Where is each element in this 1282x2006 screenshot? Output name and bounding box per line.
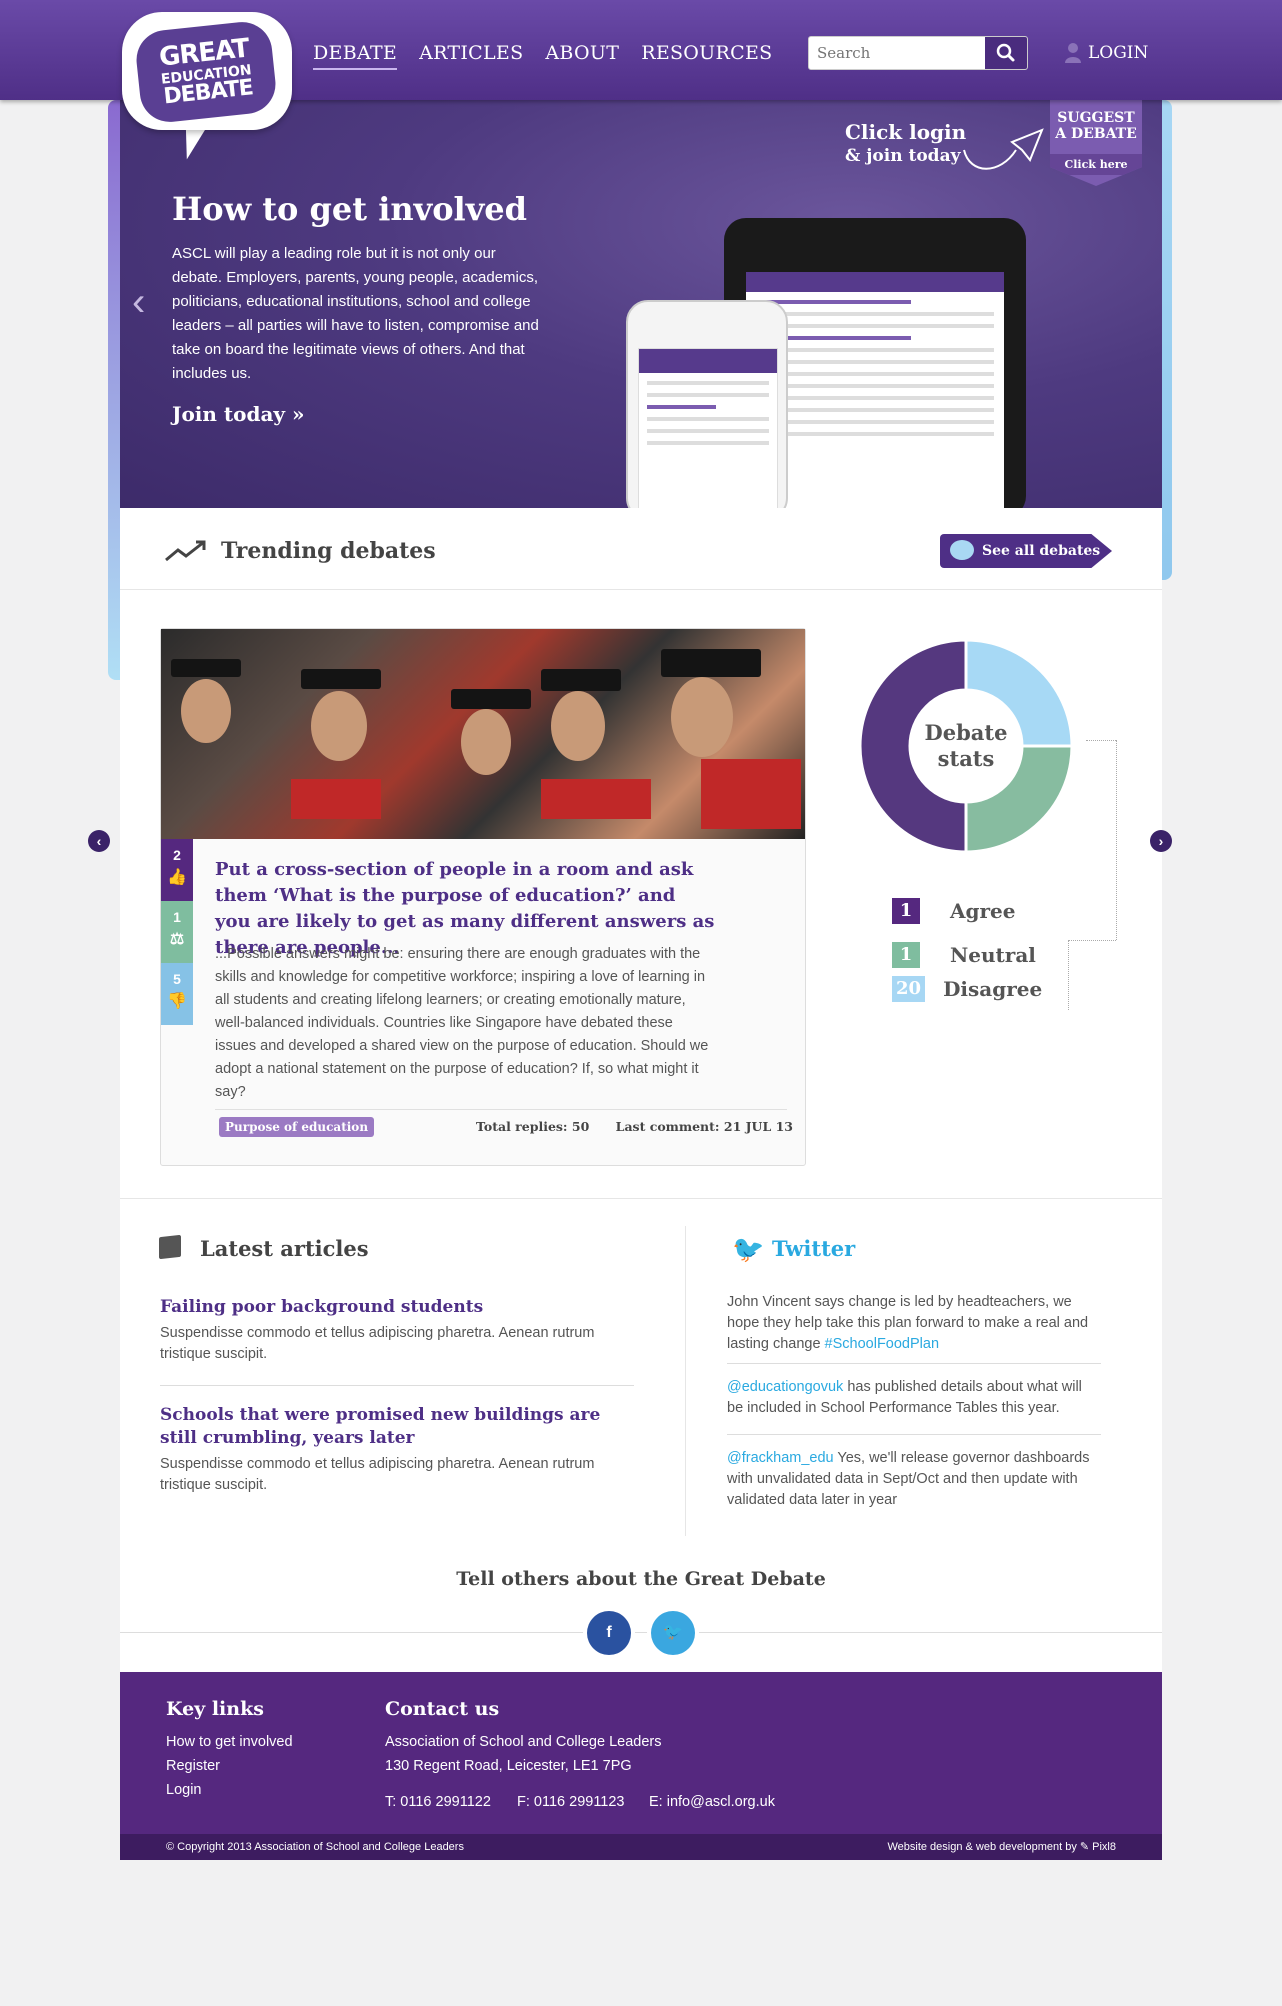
footer-link-register[interactable]: Register bbox=[166, 1754, 220, 1778]
design-credit-link[interactable]: Website design & web development by ✎ Pi… bbox=[887, 1834, 1116, 1860]
vote-agree[interactable]: 2 👍 bbox=[161, 839, 193, 901]
carousel-next-button[interactable]: › bbox=[1150, 830, 1172, 852]
carousel-prev-button[interactable]: ‹ bbox=[88, 830, 110, 852]
debate-excerpt: ...Possible answers might be: ensuring t… bbox=[215, 946, 709, 1100]
phone-mockup bbox=[626, 300, 788, 508]
twitter-share-button[interactable]: 🐦 bbox=[651, 1611, 695, 1655]
vote-disagree[interactable]: 5 👎 bbox=[161, 963, 193, 1025]
key-links-title: Key links bbox=[166, 1698, 264, 1720]
hashtag-link[interactable]: #SchoolFoodPlan bbox=[825, 1336, 939, 1352]
article-summary: Suspendisse commodo et tellus adipiscing… bbox=[160, 1456, 595, 1493]
tweet: @educationgovuk has published details ab… bbox=[727, 1379, 1082, 1416]
stat-agree: 1 Agree bbox=[892, 898, 1042, 924]
scales-icon: ⚖ bbox=[169, 931, 185, 948]
copyright-text: © Copyright 2013 Association of School a… bbox=[166, 1841, 464, 1853]
tweet: John Vincent says change is led by headt… bbox=[727, 1294, 1089, 1352]
hero-banner: ‹ How to get involved ASCL will play a l… bbox=[120, 100, 1162, 508]
facebook-icon: f bbox=[606, 1624, 612, 1641]
stat-disagree: 20 Disagree bbox=[892, 976, 1042, 1002]
article-item[interactable]: Schools that were promised new buildings… bbox=[160, 1404, 630, 1496]
article-title[interactable]: Failing poor background students bbox=[160, 1296, 630, 1319]
contact-fax: F: 0116 2991123 bbox=[517, 1794, 625, 1810]
stats-legend: 1 Agree 1 Neutral 20 Disagree bbox=[892, 898, 1042, 1010]
contact-phone: T: 0116 2991122 bbox=[385, 1794, 491, 1810]
twitter-title: Twitter bbox=[772, 1236, 856, 1261]
contact-title: Contact us bbox=[385, 1698, 500, 1720]
nav-about[interactable]: ABOUT bbox=[545, 42, 619, 70]
paper-plane-icon bbox=[963, 128, 1044, 170]
hero-prev-arrow-icon[interactable]: ‹ bbox=[132, 280, 145, 325]
great-education-debate-logo[interactable]: GREAT EDUCATION DEBATE bbox=[122, 12, 292, 130]
article-summary: Suspendisse commodo et tellus adipiscing… bbox=[160, 1325, 595, 1362]
debate-stats-chart: Debate stats bbox=[858, 638, 1074, 854]
hero-text: ASCL will play a leading role but it is … bbox=[172, 245, 539, 382]
search-icon bbox=[996, 43, 1015, 62]
thumbs-down-icon: 👎 bbox=[167, 993, 187, 1010]
chart-title-line2: stats bbox=[937, 746, 995, 771]
hero-title: How to get involved bbox=[172, 190, 528, 228]
search-button[interactable] bbox=[985, 37, 1027, 69]
contact-email[interactable]: E: info@ascl.org.uk bbox=[649, 1794, 775, 1810]
trending-icon bbox=[165, 540, 206, 562]
twitter-bird-icon: 🐦 bbox=[732, 1234, 765, 1264]
click-login-callout: Click login & join today bbox=[845, 120, 967, 166]
search-box bbox=[808, 36, 1028, 70]
chart-title-line1: Debate bbox=[924, 720, 1008, 745]
see-all-debates-button[interactable]: See all debates bbox=[940, 534, 1112, 568]
debate-tag[interactable]: Purpose of education bbox=[219, 1117, 375, 1137]
main-content: Trending debates See all debates ‹ › 2 👍 bbox=[88, 508, 1172, 1674]
login-link[interactable]: LOGIN bbox=[1064, 42, 1148, 64]
trending-title: Trending debates bbox=[221, 538, 436, 564]
facebook-share-button[interactable]: f bbox=[587, 1611, 631, 1655]
latest-articles-title: Latest articles bbox=[200, 1236, 369, 1261]
suggest-debate-banner[interactable]: SUGGEST A DEBATE Click here bbox=[1050, 100, 1142, 186]
copyright-bar: © Copyright 2013 Association of School a… bbox=[120, 1834, 1162, 1860]
main-nav: DEBATE ARTICLES ABOUT RESOURCES bbox=[313, 42, 772, 70]
vote-neutral[interactable]: 1 ⚖ bbox=[161, 901, 193, 963]
twitter-icon: 🐦 bbox=[663, 1624, 683, 1641]
handle-link[interactable]: @frackham_edu bbox=[727, 1450, 834, 1466]
search-input[interactable] bbox=[809, 37, 985, 69]
trending-header: Trending debates See all debates bbox=[120, 508, 1162, 590]
article-title[interactable]: Schools that were promised new buildings… bbox=[160, 1404, 630, 1450]
footer: Key links How to get involved Register L… bbox=[120, 1672, 1162, 1834]
handle-link[interactable]: @educationgovuk bbox=[727, 1379, 843, 1395]
nav-resources[interactable]: RESOURCES bbox=[641, 42, 772, 70]
debate-meta: Total replies: 50 Last comment: 21 JUL 1… bbox=[475, 1119, 793, 1134]
debate-card[interactable]: 2 👍 1 ⚖ 5 👎 Put a cross-section of peopl… bbox=[160, 628, 806, 1166]
user-icon bbox=[1065, 43, 1081, 63]
nav-articles[interactable]: ARTICLES bbox=[419, 42, 523, 70]
graduates-photo bbox=[161, 629, 805, 839]
speech-bubble-icon bbox=[950, 540, 974, 560]
suggest-click-here[interactable]: Click here bbox=[1050, 154, 1142, 175]
thumbs-up-icon: 👍 bbox=[167, 869, 187, 886]
share-title: Tell others about the Great Debate bbox=[456, 1568, 826, 1590]
login-label: LOGIN bbox=[1088, 43, 1149, 63]
footer-link-how-to-get-involved[interactable]: How to get involved bbox=[166, 1730, 293, 1754]
tweet: @frackham_edu Yes, we'll release governo… bbox=[727, 1450, 1090, 1508]
footer-link-login[interactable]: Login bbox=[166, 1778, 201, 1802]
article-item[interactable]: Failing poor background students Suspend… bbox=[160, 1296, 630, 1365]
join-today-link[interactable]: Join today » bbox=[172, 402, 305, 426]
nav-debate[interactable]: DEBATE bbox=[313, 42, 398, 70]
book-icon bbox=[159, 1234, 181, 1260]
contact-address: 130 Regent Road, Leicester, LE1 7PG bbox=[385, 1758, 632, 1774]
stat-neutral: 1 Neutral bbox=[892, 942, 1042, 968]
contact-org: Association of School and College Leader… bbox=[385, 1734, 662, 1750]
